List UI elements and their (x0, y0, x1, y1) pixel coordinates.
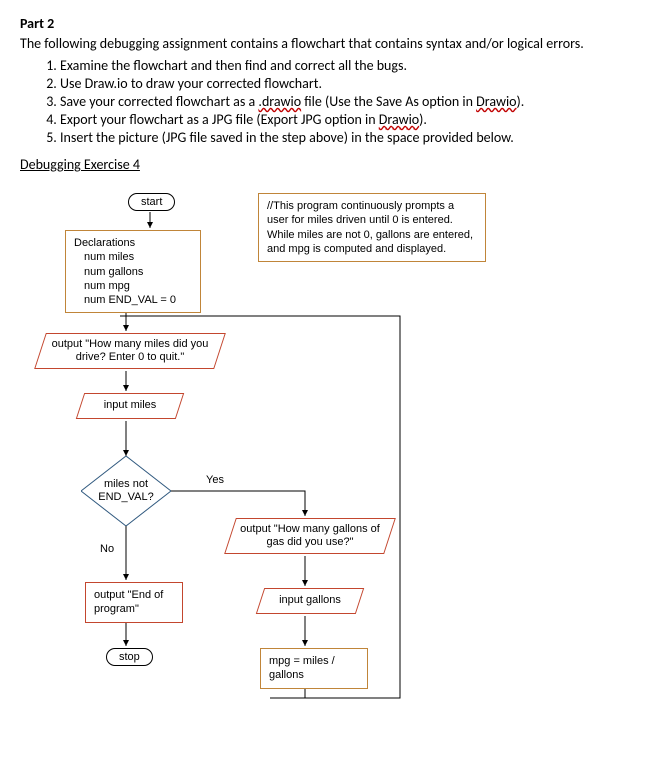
output-gallons-prompt: output "How many gallons of gas did you … (230, 518, 390, 554)
calc-mpg: mpg = miles / gallons (260, 648, 368, 689)
section-title: Debugging Exercise 4 (20, 156, 628, 173)
no-label: No (100, 543, 114, 555)
step-1: Examine the flowchart and then find and … (60, 57, 628, 74)
intro-text: The following debugging assignment conta… (20, 35, 628, 52)
output-end-program: output "End of program" (85, 582, 183, 623)
steps-list: Examine the flowchart and then find and … (20, 57, 628, 146)
stop-terminal: stop (106, 648, 153, 666)
step-3: Save your corrected flowchart as a .draw… (60, 93, 628, 110)
start-terminal: start (128, 193, 175, 211)
declarations-box: Declarations num miles num gallons num m… (65, 230, 201, 313)
input-gallons: input gallons (260, 588, 360, 614)
decision-miles-endval: miles not END_VAL? (81, 456, 171, 526)
flowchart: start //This program continuously prompt… (20, 188, 630, 728)
output-miles-prompt: output "How many miles did you drive? En… (40, 333, 220, 369)
comment-box: //This program continuously prompts a us… (258, 193, 486, 262)
input-miles: input miles (80, 393, 180, 419)
yes-label: Yes (206, 474, 224, 486)
step-5: Insert the picture (JPG file saved in th… (60, 129, 628, 146)
part-title: Part 2 (20, 15, 628, 32)
step-2: Use Draw.io to draw your corrected flowc… (60, 75, 628, 92)
step-4: Export your flowchart as a JPG file (Exp… (60, 111, 628, 128)
